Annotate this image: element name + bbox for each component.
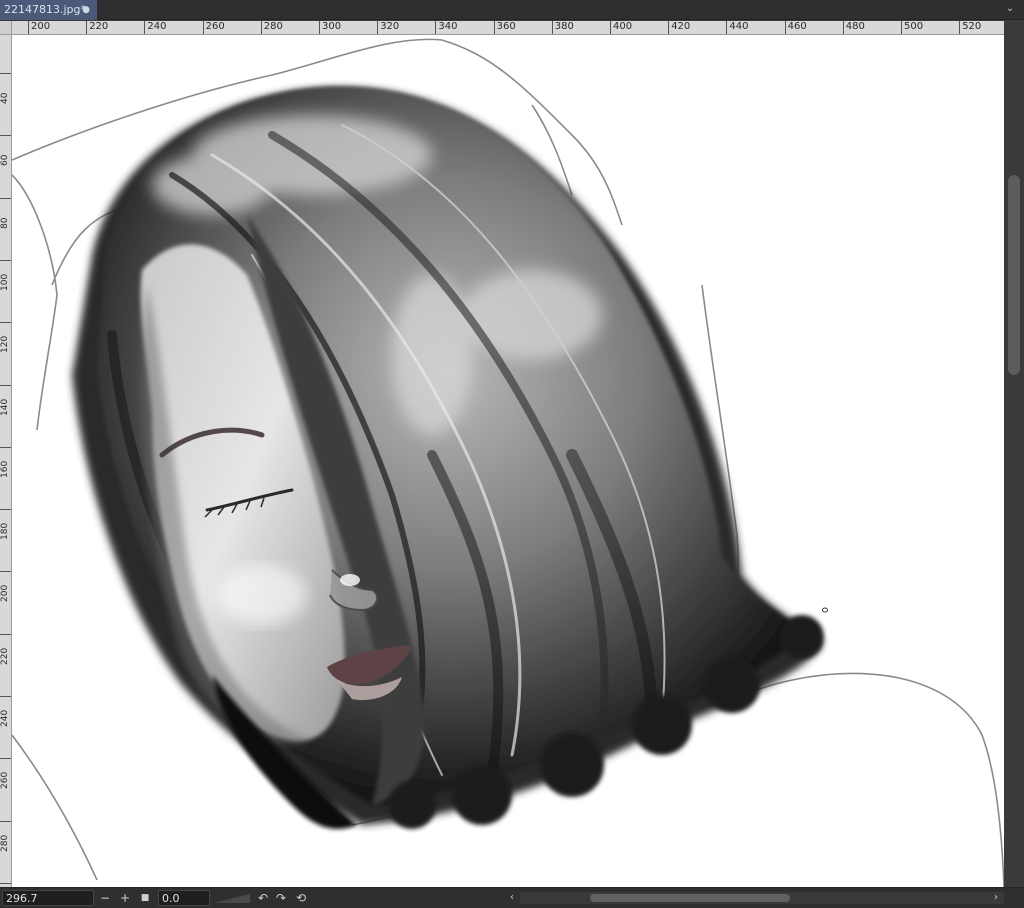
chevron-down-icon[interactable]: ⌄: [1004, 3, 1016, 15]
scroll-right-icon[interactable]: ›: [990, 890, 1002, 906]
ruler-tick-label: 380: [551, 21, 574, 34]
ruler-tick-label: 340: [435, 21, 457, 34]
ruler-tick-label: 220: [86, 21, 108, 34]
ruler-tick-label: 180: [0, 509, 11, 540]
vertical-scrollbar[interactable]: [1004, 35, 1024, 887]
ruler-tick-label: 40: [0, 73, 11, 104]
horizontal-scrollbar[interactable]: [520, 892, 1004, 904]
ruler-corner: [0, 21, 12, 35]
canvas-viewport[interactable]: [12, 35, 1004, 887]
document-tab-title: 22147813.jpg*: [4, 3, 87, 16]
canvas-status-bar: 296.7 − + ■ 0.0 ↶ ↷ ⟲ ‹ ›: [0, 887, 1024, 908]
artwork-canvas[interactable]: [12, 35, 1004, 887]
ruler-tick-label: 520: [959, 21, 981, 34]
ruler-tick-label: 220: [0, 633, 11, 665]
tab-close-icon[interactable]: ●: [82, 0, 90, 20]
ruler-tick-label: 200: [0, 571, 11, 602]
paint-application: 22147813.jpg* ● ⌄ 200 220 240 260 280 300 320 3…: [0, 0, 1024, 908]
rotate-right-button[interactable]: ↷: [274, 890, 288, 906]
document-tab-bar: 22147813.jpg* ● ⌄: [0, 0, 1024, 20]
ruler-tick-label: 480: [842, 21, 865, 34]
ruler-tick-label: 260: [202, 21, 225, 34]
vertical-ruler: 406080100120140160180200220240260280300: [0, 35, 12, 887]
rotation-angle-input[interactable]: 0.0: [158, 890, 210, 906]
reset-rotation-button[interactable]: ⟲: [294, 890, 308, 906]
vertical-scrollbar-thumb[interactable]: [1008, 175, 1020, 375]
ruler-tick-label: 400: [610, 21, 632, 34]
ruler-tick-label: 280: [0, 820, 11, 852]
ruler-tick-label: 60: [0, 135, 11, 166]
ruler-tick-label: 460: [784, 21, 807, 34]
ruler-tick-label: 280: [260, 21, 283, 34]
cheek-highlight: [217, 565, 307, 625]
ruler-tick-label: 240: [0, 696, 11, 727]
scroll-left-icon[interactable]: ‹: [506, 890, 518, 906]
ruler-tick-label: 320: [377, 21, 399, 34]
ruler-tick-label: 200: [28, 21, 50, 34]
brush-cursor: [822, 607, 828, 613]
ruler-tick-label: 140: [0, 384, 11, 416]
rotation-slider[interactable]: [212, 890, 252, 906]
rotate-left-button[interactable]: ↶: [256, 890, 270, 906]
zoom-out-button[interactable]: −: [98, 890, 112, 906]
ruler-tick-label: 360: [493, 21, 516, 34]
ruler-tick-label: 240: [144, 21, 166, 34]
ruler-tick-label: 160: [0, 446, 11, 478]
ruler-tick-label: 80: [0, 197, 11, 229]
ruler-tick-label: 300: [319, 21, 341, 34]
horizontal-ruler: 200 220 240 260 280 300 320 340 360 380 400 420 440 4…: [12, 21, 1004, 35]
ruler-tick-label: 440: [726, 21, 748, 34]
ruler-tick-label: 260: [0, 758, 11, 789]
ruler-tick-label: 100: [0, 259, 11, 291]
horizontal-scrollbar-thumb[interactable]: [590, 894, 790, 902]
ruler-tick-label: 120: [0, 322, 11, 353]
ruler-tick-label: 500: [901, 21, 923, 34]
fit-view-button[interactable]: ■: [138, 890, 152, 906]
zoom-input[interactable]: 296.7: [2, 890, 94, 906]
nose-highlight: [340, 574, 360, 586]
ruler-tick-label: 420: [668, 21, 690, 34]
document-tab[interactable]: 22147813.jpg* ●: [0, 0, 97, 20]
zoom-in-button[interactable]: +: [118, 890, 132, 906]
